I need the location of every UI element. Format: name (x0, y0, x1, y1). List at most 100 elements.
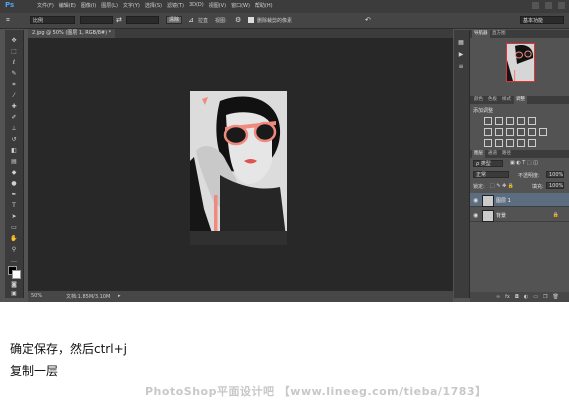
tab-paths[interactable]: 路径 (500, 150, 513, 158)
dodge-tool-icon[interactable]: ● (9, 179, 19, 188)
ratio-select[interactable]: 比例 (30, 16, 75, 24)
zoom-tool-icon[interactable]: ⚲ (9, 245, 19, 254)
invert-icon[interactable] (484, 139, 492, 147)
opacity-input[interactable]: 100% (546, 171, 564, 178)
brush-tool-icon[interactable]: ✐ (9, 113, 19, 122)
eyedropper-tool-icon[interactable]: ⁄ (9, 91, 19, 100)
pen-tool-icon[interactable]: ✒ (9, 190, 19, 199)
menu-window[interactable]: 窗口(W) (231, 2, 250, 9)
fill-input[interactable]: 100% (546, 182, 564, 189)
path-select-tool-icon[interactable]: ➤ (9, 212, 19, 221)
history-icon[interactable]: ▦ (456, 38, 466, 47)
reset-icon[interactable]: ↶ (365, 16, 371, 24)
selective-color-icon[interactable] (528, 139, 536, 147)
swap-arrows-icon[interactable]: ⇄ (116, 16, 122, 24)
healing-tool-icon[interactable]: ✚ (9, 102, 19, 111)
menu-filter[interactable]: 滤镜(T) (167, 2, 184, 9)
group-icon[interactable]: ▭ (533, 292, 538, 302)
menu-edit[interactable]: 编辑(E) (59, 2, 76, 9)
more-tools-icon[interactable]: … (9, 256, 19, 265)
crop-tool-icon[interactable]: ⌗ (6, 16, 10, 25)
eye-icon[interactable]: ◉ (473, 212, 478, 219)
lasso-tool-icon[interactable]: ℓ (9, 58, 19, 67)
tab-adjustments[interactable]: 调整 (514, 96, 527, 104)
layer-name[interactable]: 图层 1 (496, 197, 511, 204)
gradient-tool-icon[interactable]: ▤ (9, 157, 19, 166)
stamp-tool-icon[interactable]: ⊥ (9, 124, 19, 133)
menu-view[interactable]: 视图(V) (209, 2, 226, 9)
menu-file[interactable]: 文件(F) (37, 2, 54, 9)
close-button[interactable] (558, 2, 565, 9)
layer-row[interactable]: ◉ 图层 1 (470, 193, 569, 207)
properties-icon[interactable]: ≡ (456, 62, 466, 71)
actions-icon[interactable]: ▶ (456, 50, 466, 59)
menu-help[interactable]: 帮助(H) (255, 2, 273, 9)
workspace-select[interactable]: 基本功能 (520, 16, 564, 24)
blur-tool-icon[interactable]: ◆ (9, 168, 19, 177)
color-balance-icon[interactable] (495, 128, 503, 136)
exposure-icon[interactable] (517, 117, 525, 125)
color-lookup-icon[interactable] (539, 128, 547, 136)
layer-row[interactable]: ◉ 背景 🔒 (470, 208, 569, 222)
quick-mask-icon[interactable]: ◙ (9, 280, 19, 289)
move-tool-icon[interactable]: ✥ (9, 36, 19, 45)
menu-select[interactable]: 选择(S) (145, 2, 162, 9)
link-layers-icon[interactable]: ∞ (496, 292, 500, 302)
maximize-button[interactable] (545, 2, 552, 9)
hue-sat-icon[interactable] (484, 128, 492, 136)
new-layer-icon[interactable]: ❐ (543, 292, 547, 302)
menu-layer[interactable]: 图层(L) (101, 2, 118, 9)
zoom-level[interactable]: 50% (31, 293, 42, 299)
photo-filter-icon[interactable] (517, 128, 525, 136)
screen-mode-icon[interactable]: ▣ (9, 289, 19, 298)
tab-layers[interactable]: 图层 (472, 150, 485, 158)
adjustment-layer-icon[interactable]: ◐ (524, 292, 528, 302)
tab-channels[interactable]: 通道 (486, 150, 499, 158)
hand-tool-icon[interactable]: ✋ (9, 234, 19, 243)
eraser-tool-icon[interactable]: ◧ (9, 146, 19, 155)
tab-color[interactable]: 颜色 (472, 96, 485, 104)
shape-tool-icon[interactable]: ▭ (9, 223, 19, 232)
crop-tool-icon[interactable]: ⌗ (9, 80, 19, 89)
tab-navigator[interactable]: 导航器 (472, 30, 490, 38)
document-tab[interactable]: 2.jpg @ 50% (图层 1, RGB/8#) * (28, 29, 116, 38)
levels-icon[interactable] (495, 117, 503, 125)
ratio-width-input[interactable] (80, 16, 113, 24)
posterize-icon[interactable] (495, 139, 503, 147)
layer-filter-icons[interactable]: ▣ ◐ T ⬚ ◫ (510, 160, 538, 166)
status-arrow-icon[interactable]: ▸ (118, 293, 121, 299)
history-brush-tool-icon[interactable]: ↺ (9, 135, 19, 144)
layer-name[interactable]: 背景 (496, 212, 506, 219)
threshold-icon[interactable] (506, 139, 514, 147)
tab-histogram[interactable]: 直方图 (490, 30, 508, 38)
eye-icon[interactable]: ◉ (473, 197, 478, 204)
layer-filter-select[interactable]: ρ 类型 (473, 160, 503, 167)
tab-styles[interactable]: 样式 (500, 96, 513, 104)
mask-icon[interactable]: ◘ (515, 292, 519, 302)
quick-select-tool-icon[interactable]: ✎ (9, 69, 19, 78)
channel-mixer-icon[interactable] (528, 128, 536, 136)
background-color-swatch[interactable] (12, 270, 21, 279)
marquee-tool-icon[interactable]: ⬚ (9, 47, 19, 56)
delete-cropped-checkbox[interactable] (248, 17, 254, 23)
menu-image[interactable]: 图像(I) (81, 2, 96, 9)
document-canvas[interactable] (28, 38, 453, 290)
gradient-map-icon[interactable] (517, 139, 525, 147)
menu-type[interactable]: 文字(Y) (123, 2, 140, 9)
fx-icon[interactable]: fx (505, 292, 510, 302)
blend-mode-select[interactable]: 正常 (473, 171, 509, 178)
lock-icons[interactable]: ⬚ ✎ ✥ 🔒 (490, 183, 514, 189)
menu-3d[interactable]: 3D(D) (189, 2, 204, 9)
curves-icon[interactable] (506, 117, 514, 125)
type-tool-icon[interactable]: T (9, 201, 19, 210)
tab-swatches[interactable]: 色板 (486, 96, 499, 104)
clear-button[interactable]: 清除 (166, 16, 183, 24)
trash-icon[interactable]: 🗑 (552, 292, 558, 302)
minimize-button[interactable] (532, 2, 539, 9)
black-white-icon[interactable] (506, 128, 514, 136)
navigator-thumbnail[interactable] (506, 43, 535, 82)
ratio-height-input[interactable] (126, 16, 159, 24)
vibrance-icon[interactable] (528, 117, 536, 125)
settings-gear-icon[interactable]: ⚙ (235, 16, 241, 24)
straighten-icon[interactable]: ⊿ (188, 16, 194, 24)
